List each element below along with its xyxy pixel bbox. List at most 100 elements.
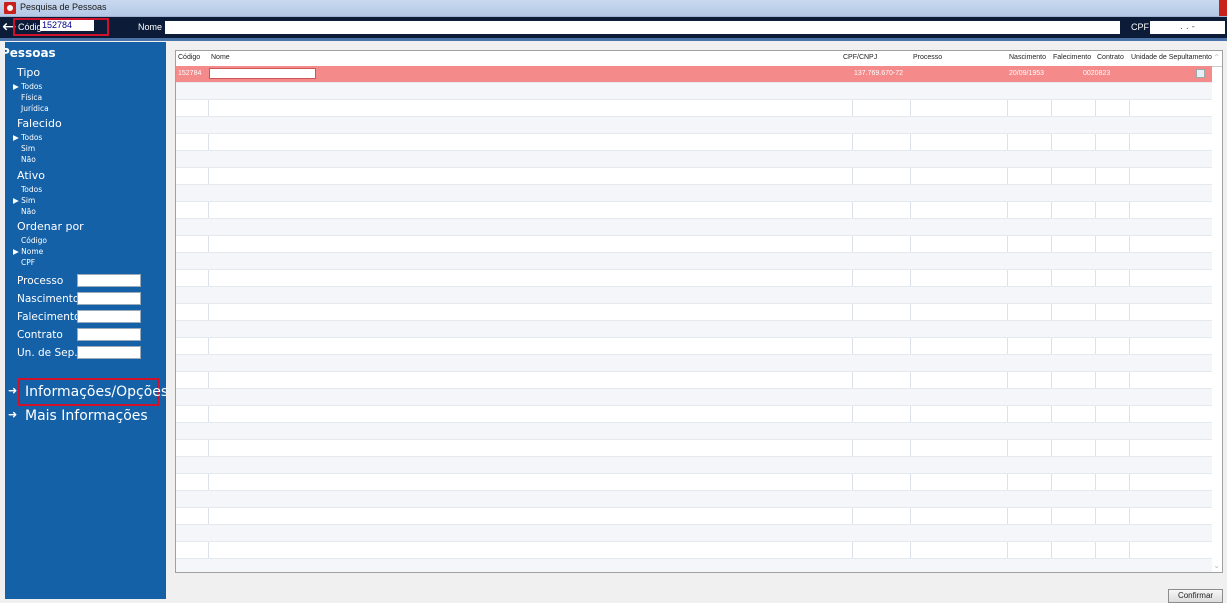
confirm-button[interactable]: Confirmar bbox=[1168, 589, 1223, 603]
empty-row[interactable] bbox=[176, 491, 1212, 508]
nome-input[interactable] bbox=[165, 21, 1120, 34]
un-sep-input[interactable] bbox=[77, 346, 141, 359]
col-processo[interactable]: Processo bbox=[913, 54, 942, 61]
grid-header: Código Nome CPF/CNPJ Processo Nascimento… bbox=[176, 51, 1222, 67]
nome-cell-editor[interactable] bbox=[209, 68, 316, 79]
empty-row[interactable] bbox=[176, 457, 1212, 474]
empty-row[interactable] bbox=[176, 287, 1212, 304]
filter-option-tipo-0[interactable]: ▶ Todos bbox=[13, 82, 42, 91]
filter-option-tipo-1[interactable]: Física bbox=[21, 93, 42, 102]
col-cpf[interactable]: CPF/CNPJ bbox=[843, 54, 877, 61]
falecimento-input[interactable] bbox=[77, 310, 141, 323]
filter-option-label: Todos bbox=[21, 133, 43, 142]
arrow-right-icon: ➜ bbox=[8, 408, 18, 421]
contrato-input[interactable] bbox=[77, 328, 141, 341]
close-button[interactable] bbox=[1219, 0, 1227, 16]
processo-input[interactable] bbox=[77, 274, 141, 287]
empty-row[interactable] bbox=[176, 253, 1212, 270]
empty-row[interactable] bbox=[176, 423, 1212, 440]
empty-row[interactable] bbox=[176, 219, 1212, 236]
filter-option-falecido-2[interactable]: Não bbox=[21, 155, 36, 164]
col-contrato[interactable]: Contrato bbox=[1097, 54, 1124, 61]
empty-row[interactable] bbox=[176, 151, 1212, 168]
app-icon bbox=[4, 2, 16, 14]
filter-sidebar: Pessoas Tipo ▶ Todos Física Jurídica Falec… bbox=[5, 42, 166, 599]
empty-row[interactable] bbox=[176, 270, 1212, 287]
mais-informacoes-label: Mais Informações bbox=[25, 408, 148, 424]
search-bar: ← Código 152784 Nome CPF . . - bbox=[0, 17, 1227, 41]
col-nome[interactable]: Nome bbox=[211, 54, 230, 61]
title-bar: Pesquisa de Pessoas bbox=[0, 0, 1227, 17]
scroll-up-icon[interactable]: ⌃ bbox=[1213, 53, 1220, 62]
ellipsis-icon[interactable] bbox=[1196, 69, 1205, 78]
cell-cpf: 137.769.670-72 bbox=[854, 70, 904, 77]
contrato-label: Contrato bbox=[17, 329, 63, 341]
col-unidade[interactable]: Unidade de Sepultamento bbox=[1131, 54, 1212, 61]
selected-marker-icon: ▶ bbox=[13, 133, 19, 142]
filter-option-ordenar-1[interactable]: ▶ Nome bbox=[13, 247, 43, 256]
scroll-down-icon[interactable]: ⌄ bbox=[1213, 561, 1220, 570]
filter-option-label: Nome bbox=[21, 247, 44, 256]
cell-nascimento: 20/09/1953 bbox=[1009, 70, 1045, 77]
filter-option-label: Sim bbox=[21, 196, 36, 205]
un-sep-label: Un. de Sep. bbox=[17, 347, 78, 359]
ordenar-heading: Ordenar por bbox=[17, 220, 84, 233]
tipo-heading: Tipo bbox=[17, 66, 41, 79]
filter-option-ordenar-2[interactable]: CPF bbox=[21, 258, 35, 267]
filter-option-ordenar-0[interactable]: Código bbox=[21, 236, 47, 245]
filter-option-falecido-1[interactable]: Sim bbox=[21, 144, 35, 153]
empty-row[interactable] bbox=[176, 440, 1212, 457]
filter-option-label: CPF bbox=[21, 258, 36, 267]
col-falecimento[interactable]: Falecimento bbox=[1053, 54, 1091, 61]
empty-row[interactable] bbox=[176, 372, 1212, 389]
empty-row[interactable] bbox=[176, 389, 1212, 406]
empty-row[interactable] bbox=[176, 185, 1212, 202]
cell-codigo: 152784 bbox=[178, 70, 202, 77]
col-codigo[interactable]: Código bbox=[178, 54, 200, 61]
filter-option-label: Não bbox=[21, 207, 36, 216]
empty-row[interactable] bbox=[176, 321, 1212, 338]
ativo-heading: Ativo bbox=[17, 169, 45, 182]
empty-row[interactable] bbox=[176, 100, 1212, 117]
filter-option-ativo-1[interactable]: ▶ Sim bbox=[13, 196, 35, 205]
arrow-right-icon: ➜ bbox=[8, 384, 18, 397]
cell-contrato: 0020823 bbox=[1083, 70, 1111, 77]
informacoes-opcoes-label: Informações/Opções bbox=[25, 384, 166, 400]
results-grid: Código Nome CPF/CNPJ Processo Nascimento… bbox=[175, 50, 1223, 573]
empty-row[interactable] bbox=[176, 83, 1212, 100]
empty-row[interactable] bbox=[176, 338, 1212, 355]
col-nascimento[interactable]: Nascimento bbox=[1009, 54, 1046, 61]
grid-rows: 152784 137.769.670-72 20/09/1953 0020823 bbox=[176, 66, 1212, 572]
cpf-input[interactable]: . . - bbox=[1150, 21, 1225, 34]
empty-row[interactable] bbox=[176, 474, 1212, 491]
filter-option-label: Código bbox=[21, 236, 48, 245]
empty-row[interactable] bbox=[176, 236, 1212, 253]
window-title: Pesquisa de Pessoas bbox=[20, 2, 107, 12]
falecido-heading: Falecido bbox=[17, 117, 62, 130]
empty-row[interactable] bbox=[176, 406, 1212, 423]
codigo-input[interactable]: 152784 bbox=[40, 20, 94, 31]
empty-row[interactable] bbox=[176, 525, 1212, 542]
table-row[interactable]: 152784 137.769.670-72 20/09/1953 0020823 bbox=[176, 66, 1212, 83]
filter-option-tipo-2[interactable]: Jurídica bbox=[21, 104, 49, 113]
processo-label: Processo bbox=[17, 275, 64, 287]
falecimento-label: Falecimento bbox=[17, 311, 81, 323]
empty-row[interactable] bbox=[176, 202, 1212, 219]
selected-marker-icon: ▶ bbox=[13, 82, 19, 91]
nascimento-input[interactable] bbox=[77, 292, 141, 305]
empty-row[interactable] bbox=[176, 559, 1212, 572]
filter-option-ativo-0[interactable]: Todos bbox=[21, 185, 42, 194]
filter-option-label: Física bbox=[21, 93, 43, 102]
selected-marker-icon: ▶ bbox=[13, 247, 19, 256]
empty-row[interactable] bbox=[176, 168, 1212, 185]
filter-option-label: Todos bbox=[21, 82, 43, 91]
empty-row[interactable] bbox=[176, 542, 1212, 559]
empty-row[interactable] bbox=[176, 355, 1212, 372]
empty-row[interactable] bbox=[176, 304, 1212, 321]
filter-option-ativo-2[interactable]: Não bbox=[21, 207, 36, 216]
empty-row[interactable] bbox=[176, 117, 1212, 134]
selected-marker-icon: ▶ bbox=[13, 196, 19, 205]
empty-row[interactable] bbox=[176, 508, 1212, 525]
filter-option-falecido-0[interactable]: ▶ Todos bbox=[13, 133, 42, 142]
empty-row[interactable] bbox=[176, 134, 1212, 151]
